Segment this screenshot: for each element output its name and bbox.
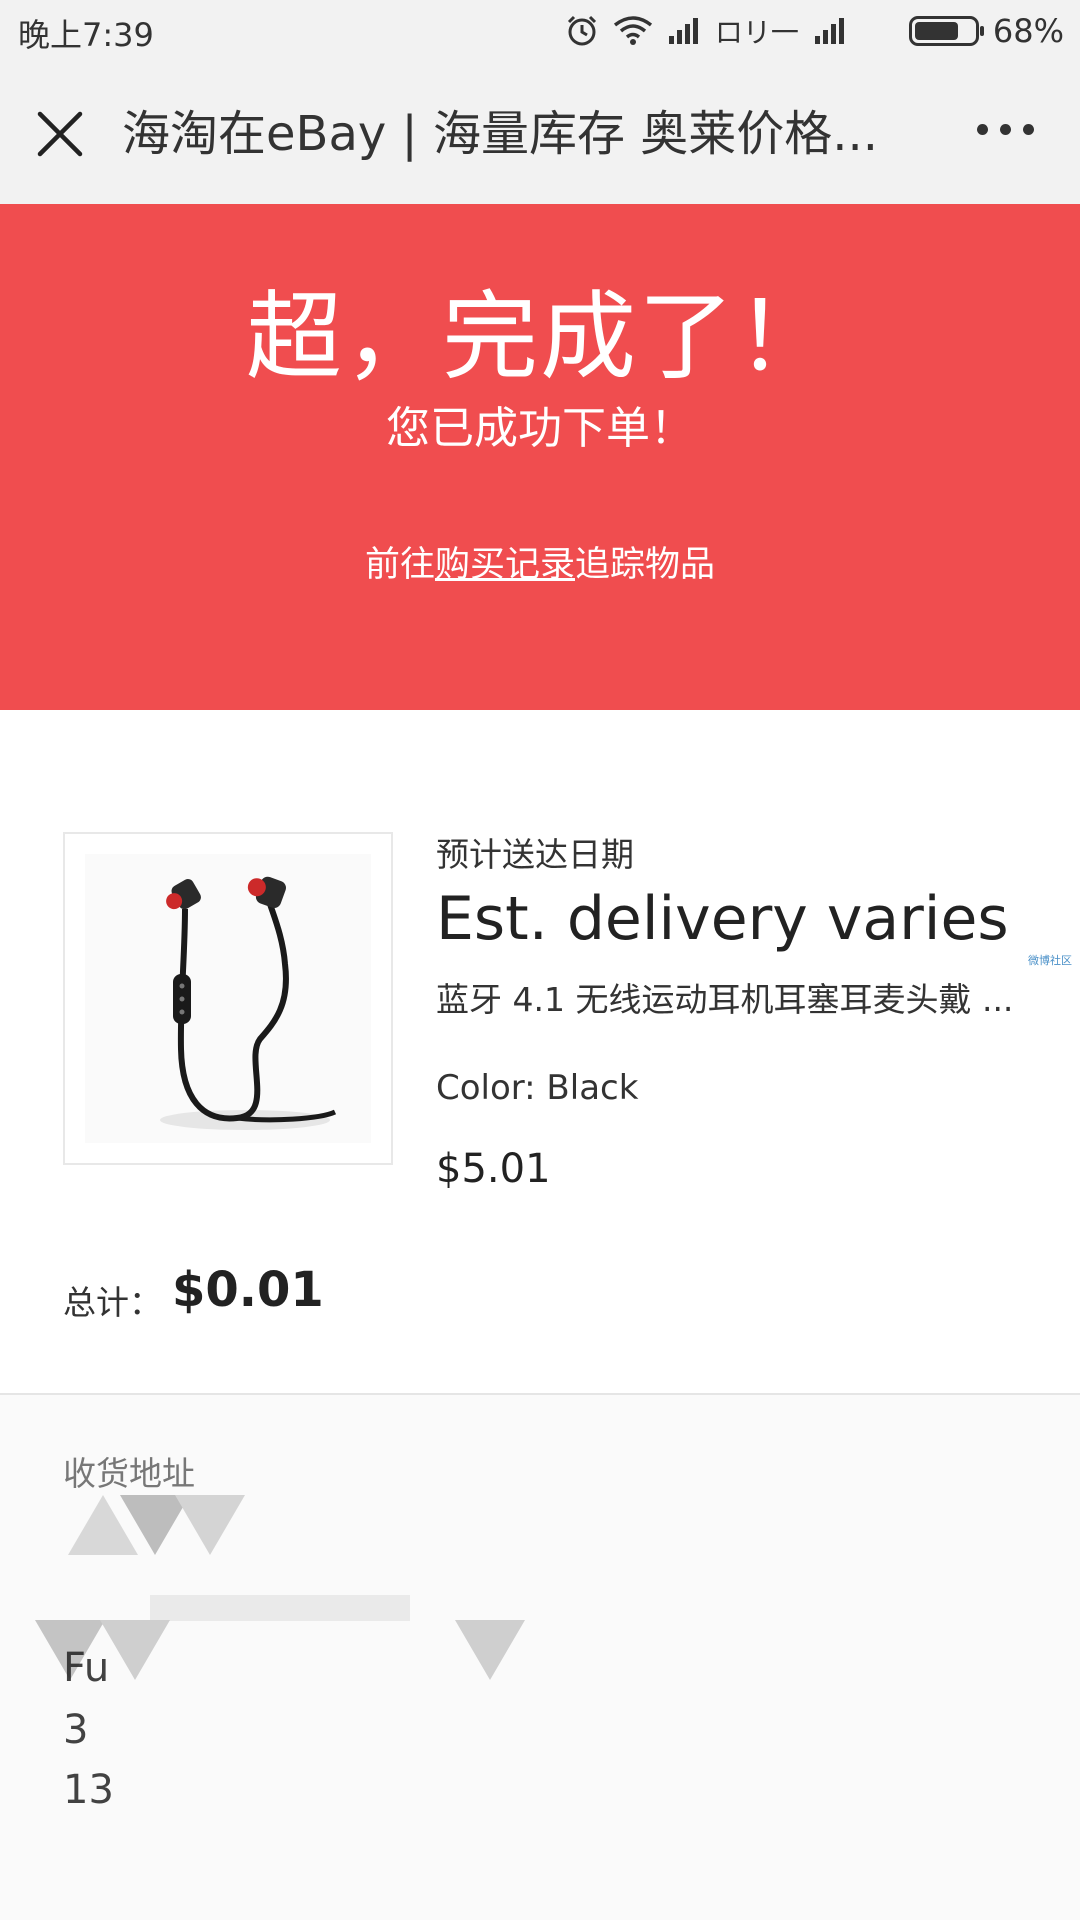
- close-button[interactable]: [28, 102, 92, 166]
- status-bar: 晚上7:39 ロリ一 68%: [0, 0, 1080, 62]
- success-banner: 超，完成了！ 您已成功下单！ 前往购买记录追踪物品: [0, 204, 1080, 710]
- side-watermark: 微博社区: [1028, 954, 1072, 967]
- redaction-mark: [455, 1620, 525, 1680]
- address-line-1: Fu: [63, 1645, 110, 1691]
- redaction-mark: [100, 1620, 170, 1680]
- total-label: 总计：: [63, 1283, 162, 1322]
- signal-icon-2: [813, 16, 847, 46]
- page-title: 海淘在eBay | 海量库存 奥莱价格...: [122, 106, 879, 162]
- address-line-3: 13: [63, 1767, 114, 1813]
- nav-header: 海淘在eBay | 海量库存 奥莱价格...: [0, 62, 1080, 204]
- banner-link-line: 前往购买记录追踪物品: [0, 540, 1080, 590]
- alarm-icon: [565, 14, 599, 48]
- carrier-name: ロリ一: [714, 16, 799, 49]
- product-image[interactable]: [63, 832, 393, 1165]
- delivery-label: 预计送达日期: [436, 835, 634, 874]
- battery-percent: 68%: [992, 12, 1064, 50]
- earphones-image: [160, 876, 337, 1130]
- redaction-mark: [175, 1495, 245, 1555]
- more-icon: [977, 124, 988, 135]
- battery-icon: [908, 16, 984, 46]
- product-title[interactable]: 蓝牙 4.1 无线运动耳机耳塞耳麦头戴 ...: [436, 976, 1016, 1024]
- address-label: 收货地址: [63, 1454, 195, 1493]
- banner-heading: 超，完成了！: [246, 281, 834, 393]
- shipping-address-section: 收货地址 Fu 3 13: [0, 1395, 1080, 1920]
- signal-icon: [667, 16, 701, 46]
- total-value: $0.01: [172, 1262, 324, 1318]
- status-time: 晚上7:39: [18, 16, 154, 54]
- link-suffix: 追踪物品: [575, 545, 716, 585]
- banner-subheading: 您已成功下单！: [386, 403, 694, 454]
- delivery-value: Est. delivery varies: [436, 884, 1009, 954]
- redacted-text: [150, 1595, 410, 1621]
- product-price: $5.01: [436, 1146, 551, 1192]
- product-color: Color: Black: [436, 1068, 639, 1108]
- wifi-icon: [613, 15, 653, 47]
- more-button[interactable]: [977, 124, 1034, 135]
- flag-icon: [861, 19, 895, 43]
- link-prefix: 前往: [364, 545, 435, 585]
- close-icon: [37, 111, 83, 157]
- purchase-history-link[interactable]: 购买记录: [435, 545, 575, 585]
- address-line-2: 3: [63, 1707, 89, 1753]
- status-icons: ロリ一 68%: [565, 8, 1064, 54]
